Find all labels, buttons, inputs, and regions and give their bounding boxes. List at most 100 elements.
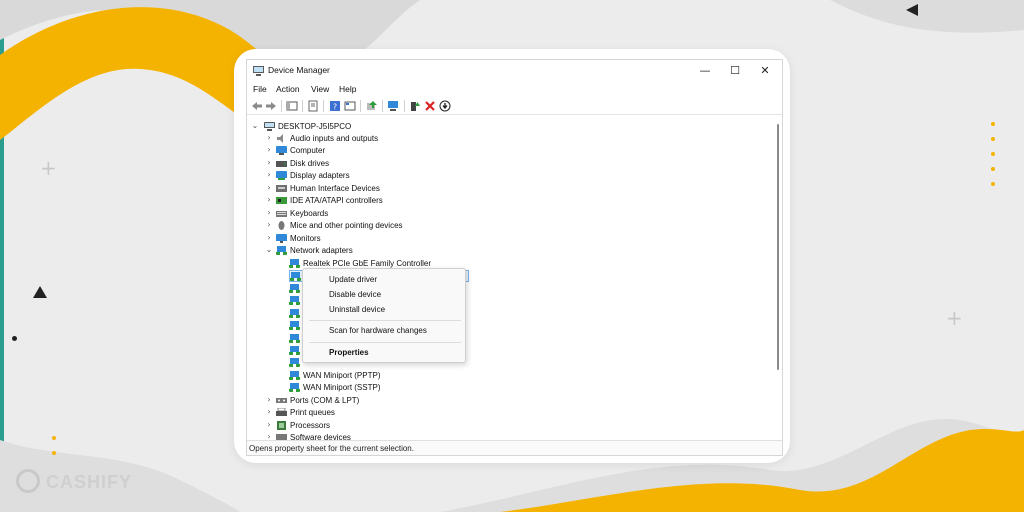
network-adapter-icon xyxy=(290,272,301,281)
chevron-right-icon[interactable]: › xyxy=(265,420,273,430)
network-adapter-icon xyxy=(289,321,300,330)
brand-logo: CASHIFY xyxy=(16,468,136,496)
context-update-driver[interactable]: Update driver xyxy=(329,274,459,286)
network-adapter-icon xyxy=(289,358,300,367)
processor-icon xyxy=(277,421,286,430)
tree-item-label: WAN Miniport (PPTP) xyxy=(303,371,381,380)
context-menu: Update driver Disable device Uninstall d… xyxy=(302,268,466,363)
show-hide-console-tree-icon[interactable] xyxy=(286,100,298,112)
context-disable-device[interactable]: Disable device xyxy=(329,289,459,301)
context-properties[interactable]: Properties xyxy=(329,347,459,359)
console-view-icon[interactable] xyxy=(344,100,356,112)
chevron-right-icon[interactable]: › xyxy=(265,158,273,168)
tree-item-label: Keyboards xyxy=(290,209,329,218)
tree-item-label: Mice and other pointing devices xyxy=(290,221,403,230)
menu-view[interactable]: View xyxy=(311,84,329,94)
triangle-decoration-icon xyxy=(33,286,47,298)
tree-item-label: Human Interface Devices xyxy=(290,184,380,193)
chevron-right-icon[interactable]: › xyxy=(265,432,273,440)
chevron-right-icon[interactable]: › xyxy=(265,208,273,218)
background-wave-top-right xyxy=(830,0,1024,33)
device-manager-window: Device Manager — ☐ ✕ File Action View He… xyxy=(246,59,783,456)
toolbar-separator xyxy=(281,100,282,112)
tree-item-label: Audio inputs and outputs xyxy=(290,134,379,143)
network-adapter-icon xyxy=(289,284,300,293)
toolbar-separator xyxy=(382,100,383,112)
port-icon xyxy=(276,398,287,403)
tree-item-label: Processors xyxy=(290,421,331,430)
network-icon xyxy=(276,246,287,255)
plus-decoration-icon: + xyxy=(946,306,963,330)
toolbar-separator xyxy=(404,100,405,112)
svg-text:?: ? xyxy=(333,103,337,112)
network-adapter-icon xyxy=(289,296,300,305)
forward-icon[interactable] xyxy=(265,100,277,112)
chevron-right-icon[interactable]: › xyxy=(265,145,273,155)
chevron-right-icon[interactable]: › xyxy=(265,170,273,180)
network-adapter-icon xyxy=(289,334,300,343)
scrollbar-thumb[interactable] xyxy=(777,124,779,370)
chevron-right-icon[interactable]: › xyxy=(265,183,273,193)
help-icon[interactable]: ? xyxy=(329,100,341,112)
tree-scrollbar[interactable] xyxy=(773,116,782,440)
tree-item-label: Monitors xyxy=(290,234,321,243)
menu-help[interactable]: Help xyxy=(339,84,356,94)
enable-device-icon[interactable] xyxy=(409,100,421,112)
software-device-icon xyxy=(276,434,287,440)
status-bar: Opens property sheet for the current sel… xyxy=(247,440,782,455)
properties-icon[interactable] xyxy=(307,100,319,112)
scan-hardware-icon[interactable] xyxy=(387,100,399,112)
computer-icon xyxy=(276,146,287,155)
tree-item-label: Software devices xyxy=(290,433,351,440)
speaker-icon xyxy=(277,134,283,143)
network-adapter-icon xyxy=(289,259,300,268)
network-adapter-icon xyxy=(289,346,300,355)
dotted-decoration xyxy=(991,122,995,197)
disk-icon xyxy=(276,161,287,167)
toolbar: ? xyxy=(247,97,782,115)
maximize-button[interactable]: ☐ xyxy=(720,62,750,80)
chevron-right-icon[interactable]: › xyxy=(265,395,273,405)
triangle-decoration-icon xyxy=(906,4,918,16)
status-text: Opens property sheet for the current sel… xyxy=(249,444,414,453)
chevron-right-icon[interactable]: › xyxy=(265,407,273,417)
device-manager-icon xyxy=(253,66,264,76)
chevron-down-icon[interactable]: ⌄ xyxy=(251,121,259,131)
network-adapter-icon xyxy=(289,383,300,392)
tree-root-label: DESKTOP-J5I5PCO xyxy=(278,122,352,131)
display-adapter-icon xyxy=(276,171,287,180)
minimize-button[interactable]: — xyxy=(690,62,720,80)
window-title: Device Manager xyxy=(268,65,330,75)
context-menu-separator xyxy=(309,320,461,321)
update-driver-icon[interactable] xyxy=(366,100,378,112)
monitor-icon xyxy=(276,234,287,243)
chevron-down-icon[interactable]: ⌄ xyxy=(265,245,273,255)
back-icon[interactable] xyxy=(251,100,263,112)
menu-bar: File Action View Help xyxy=(247,81,782,97)
tree-item-label: Print queues xyxy=(290,408,335,417)
keyboard-icon xyxy=(276,211,287,217)
context-scan-hardware[interactable]: Scan for hardware changes xyxy=(329,325,459,337)
network-adapter-icon xyxy=(289,309,300,318)
tree-item-label: Computer xyxy=(290,146,326,155)
tree-item-label: IDE ATA/ATAPI controllers xyxy=(290,196,383,205)
chevron-right-icon[interactable]: › xyxy=(265,133,273,143)
toolbar-separator xyxy=(302,100,303,112)
tree-item-label: Ports (COM & LPT) xyxy=(290,396,360,405)
context-menu-separator xyxy=(309,342,461,343)
menu-file[interactable]: File xyxy=(253,84,267,94)
menu-action[interactable]: Action xyxy=(276,84,300,94)
printer-icon xyxy=(276,408,287,416)
background-wave-bottom-left xyxy=(0,440,240,512)
chevron-right-icon[interactable]: › xyxy=(265,195,273,205)
computer-icon xyxy=(264,122,275,131)
title-bar: Device Manager — ☐ ✕ xyxy=(247,60,782,82)
mouse-icon xyxy=(278,221,285,230)
context-uninstall-device[interactable]: Uninstall device xyxy=(329,304,459,316)
network-adapter-icon xyxy=(289,371,300,380)
disable-icon[interactable] xyxy=(439,100,451,112)
uninstall-icon[interactable] xyxy=(424,100,436,112)
close-button[interactable]: ✕ xyxy=(750,62,780,80)
chevron-right-icon[interactable]: › xyxy=(265,233,273,243)
chevron-right-icon[interactable]: › xyxy=(265,220,273,230)
